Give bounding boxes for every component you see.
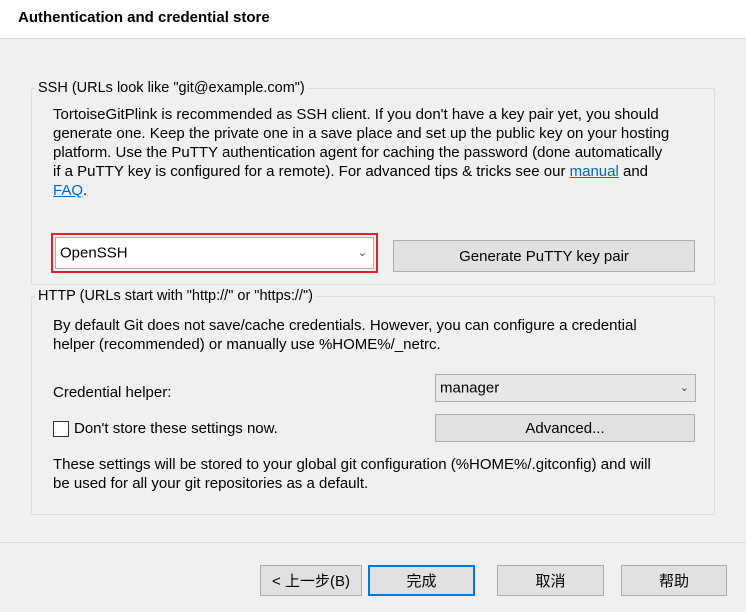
wizard-header: Authentication and credential store [0,0,746,39]
http-description-line-2: helper (recommended) or manually use %HO… [53,336,441,353]
finish-button[interactable]: 完成 [368,565,475,596]
ssh-group: SSH (URLs look like "git@example.com") T… [31,80,715,285]
back-button[interactable]: < 上一步(B) [260,565,362,596]
manual-link[interactable]: manual [570,163,619,180]
page-title: Authentication and credential store [18,9,270,26]
http-group-label: HTTP (URLs start with "http://" or "http… [35,288,316,304]
http-description-line-1: By default Git does not save/cache crede… [53,317,637,334]
ssh-description-line-3: platform. Use the PuTTY authentication a… [53,144,663,161]
ssh-client-select[interactable]: OpenSSH ⌄ [55,237,374,269]
wizard-footer: < 上一步(B) 完成 取消 帮助 [0,543,746,612]
chevron-down-icon: ⌄ [357,246,367,259]
faq-link[interactable]: FAQ [53,182,83,199]
generate-putty-key-button[interactable]: Generate PuTTY key pair [393,240,695,272]
ssh-description-line-5: FAQ. [53,181,87,200]
dont-store-checkbox[interactable] [53,421,69,437]
credential-helper-value: manager [440,379,500,397]
ssh-client-value: OpenSSH [60,244,128,262]
ssh-description-line-1: TortoiseGitPlink is recommended as SSH c… [53,106,659,123]
http-group: HTTP (URLs start with "http://" or "http… [31,288,715,515]
credential-helper-label: Credential helper: [53,384,172,401]
help-button[interactable]: 帮助 [621,565,727,596]
ssh-description-text: if a PuTTY key is configured for a remot… [53,163,570,180]
chevron-down-icon: ⌄ [679,381,689,394]
ssh-description-line-4: if a PuTTY key is configured for a remot… [53,162,648,181]
advanced-button[interactable]: Advanced... [435,414,695,442]
cancel-button[interactable]: 取消 [497,565,604,596]
credential-helper-select[interactable]: manager ⌄ [435,374,696,402]
faq-suffix: . [83,182,88,199]
http-note-line-1: These settings will be stored to your gl… [53,456,651,473]
http-note-line-2: be used for all your git repositories as… [53,475,369,492]
ssh-group-label: SSH (URLs look like "git@example.com") [35,80,308,96]
ssh-description-line-2: generate one. Keep the private one in a … [53,125,670,142]
and-text: and [618,163,649,180]
dont-store-label[interactable]: Don't store these settings now. [74,420,278,437]
wizard-content: SSH (URLs look like "git@example.com") T… [0,39,746,542]
